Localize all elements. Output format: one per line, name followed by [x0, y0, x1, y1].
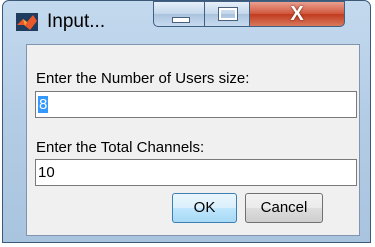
maximize-icon — [218, 7, 238, 21]
minimize-button[interactable] — [153, 1, 205, 27]
total-channels-label: Enter the Total Channels: — [36, 139, 205, 156]
ok-button[interactable]: OK — [172, 193, 237, 223]
title-bar[interactable]: Input... X — [3, 1, 370, 41]
minimize-icon — [172, 17, 190, 23]
users-size-input[interactable]: 8 — [35, 91, 357, 118]
input-dialog-window: Input... X Enter the Number of Users siz… — [2, 0, 371, 243]
matlab-icon — [16, 13, 38, 31]
close-button[interactable]: X — [249, 1, 345, 27]
dialog-body: Enter the Number of Users size: 8 Enter … — [26, 44, 360, 236]
cancel-button[interactable]: Cancel — [245, 193, 323, 223]
total-channels-input[interactable]: 10 — [35, 159, 357, 186]
total-channels-value: 10 — [38, 164, 55, 181]
maximize-button[interactable] — [204, 1, 250, 27]
window-title: Input... — [47, 11, 106, 32]
users-size-label: Enter the Number of Users size: — [36, 70, 250, 87]
users-size-value: 8 — [38, 96, 49, 113]
close-icon: X — [290, 3, 304, 25]
